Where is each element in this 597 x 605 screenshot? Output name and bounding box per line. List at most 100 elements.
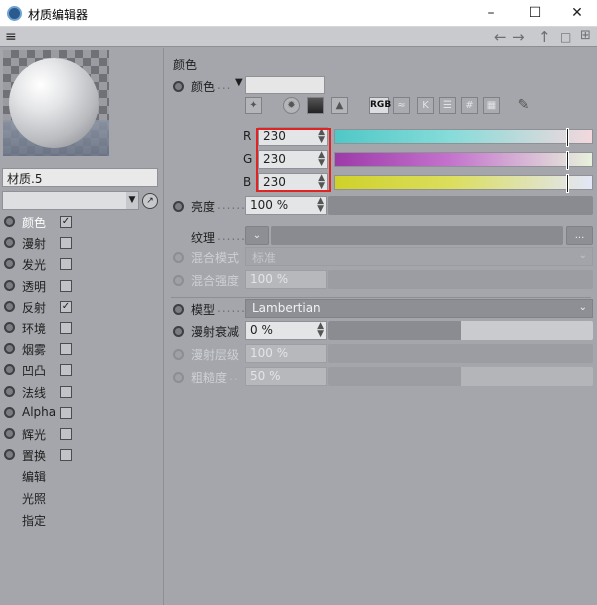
gradient-icon[interactable]	[307, 97, 324, 114]
channel-radio[interactable]	[4, 428, 15, 439]
title-bar: 材质编辑器 – ☐ ✕	[0, 0, 597, 27]
stepper-icon[interactable]: ▲ ▼	[317, 197, 324, 214]
channel-radio[interactable]	[4, 385, 15, 397]
slider-fill	[328, 367, 461, 386]
channel-radio[interactable]	[4, 322, 15, 333]
chevron-down-icon[interactable]: ⌄	[245, 226, 269, 245]
channel-radio[interactable]	[4, 279, 15, 291]
color-radio[interactable]	[173, 81, 184, 92]
channel-checkbox[interactable]	[60, 406, 72, 419]
channel-item[interactable]: 辉光	[0, 424, 164, 444]
channel-checkbox[interactable]	[60, 237, 72, 250]
channel-item[interactable]: 法线	[0, 382, 164, 402]
forward-arrow-icon[interactable]: →	[512, 28, 525, 46]
channel-checkbox[interactable]	[60, 364, 72, 377]
channel-radio[interactable]	[4, 406, 15, 418]
blend-mode-dropdown: 标准 ⌄	[245, 247, 593, 266]
channel-item[interactable]: 发光	[0, 254, 164, 274]
channel-checkbox[interactable]	[60, 428, 72, 440]
channel-radio[interactable]	[4, 258, 15, 270]
minimize-button[interactable]: –	[476, 2, 506, 24]
channel-item[interactable]: 置换	[0, 445, 164, 465]
channel-checkbox[interactable]	[60, 258, 72, 271]
g-slider[interactable]	[334, 151, 593, 170]
channel-checkbox[interactable]: ✓	[60, 300, 72, 313]
texture-slot[interactable]	[271, 226, 563, 245]
blend-strength-value: 100 %	[250, 272, 289, 286]
slider-knob[interactable]	[566, 128, 569, 147]
channel-checkbox[interactable]	[60, 449, 72, 462]
material-selector[interactable]: ▼	[2, 191, 139, 210]
channel-radio[interactable]	[4, 216, 15, 227]
material-name-field[interactable]: 材质.5	[2, 168, 158, 187]
channel-item[interactable]: 凹凸	[0, 360, 164, 380]
channel-checkbox[interactable]	[60, 322, 72, 334]
channel-checkbox[interactable]: ✓	[60, 216, 72, 228]
diffuse-falloff-input[interactable]: 0 % ▲ ▼	[245, 321, 327, 340]
channel-item[interactable]: Alpha	[0, 403, 164, 423]
channel-checkbox[interactable]	[60, 279, 72, 292]
blend-strength-slider	[328, 270, 593, 289]
slider-knob[interactable]	[566, 174, 569, 193]
diffuse-falloff-slider[interactable]	[328, 321, 593, 340]
spectrum-icon[interactable]: ✹	[283, 97, 300, 114]
channel-item[interactable]: 颜色 ✓	[0, 212, 164, 232]
r-slider[interactable]	[334, 128, 593, 147]
brightness-radio[interactable]	[173, 201, 184, 212]
channel-label: 颜色	[22, 216, 47, 230]
b-slider[interactable]	[334, 174, 593, 193]
channel-item[interactable]: 透明	[0, 276, 164, 296]
menu-icon[interactable]: ≡	[5, 29, 17, 45]
channel-checkbox[interactable]	[60, 385, 72, 398]
color-swatch[interactable]	[245, 76, 325, 94]
roughness-value: 50 %	[250, 369, 281, 383]
swatches-icon[interactable]: ▦	[483, 97, 500, 114]
mixer-icon[interactable]: ☰	[439, 97, 456, 114]
channel-radio[interactable]	[4, 449, 15, 461]
channel-radio[interactable]	[4, 237, 15, 249]
material-preview[interactable]	[3, 50, 109, 156]
brightness-slider[interactable]	[328, 196, 593, 215]
channel-item[interactable]: 环境	[0, 318, 164, 338]
eyedropper-icon[interactable]: ✎	[515, 97, 532, 114]
preview-sphere	[9, 58, 99, 148]
sidebar-item-edit[interactable]: 编辑	[22, 468, 46, 485]
roughness-radio	[173, 372, 184, 383]
chevron-down-icon: ▼	[126, 192, 138, 209]
channel-label: 凹凸	[22, 364, 47, 379]
channel-radio[interactable]	[4, 343, 15, 355]
target-icon[interactable]: ↗	[142, 193, 158, 209]
channel-radio[interactable]	[4, 364, 15, 376]
sidebar-item-lighting[interactable]: 光照	[22, 490, 46, 507]
diffuse-falloff-radio[interactable]	[173, 326, 184, 337]
model-radio[interactable]	[173, 304, 184, 315]
slider-knob[interactable]	[566, 151, 569, 170]
roughness-input: 50 %	[245, 367, 327, 386]
channel-item[interactable]: 烟雾	[0, 339, 164, 359]
stepper-icon[interactable]: ▲ ▼	[317, 322, 324, 339]
channel-radio[interactable]	[4, 300, 15, 312]
image-icon[interactable]: ▲	[331, 97, 348, 114]
color-wheel-icon[interactable]: ✦	[245, 97, 262, 114]
new-window-icon[interactable]: ⊞	[580, 28, 591, 43]
up-arrow-icon[interactable]: ↑	[538, 28, 551, 46]
channel-checkbox[interactable]	[60, 343, 72, 356]
channel-item[interactable]: 反射 ✓	[0, 297, 164, 317]
window-title: 材质编辑器	[28, 8, 89, 22]
back-arrow-icon[interactable]: ←	[494, 28, 507, 46]
channel-item[interactable]: 漫射	[0, 233, 164, 253]
sidebar-item-assign[interactable]: 指定	[22, 512, 46, 529]
model-dropdown[interactable]: Lambertian ⌄	[245, 299, 593, 318]
maximize-button[interactable]: ☐	[520, 2, 550, 24]
texture-more-button[interactable]: ...	[566, 226, 593, 245]
hex-icon[interactable]: #	[461, 97, 478, 114]
close-button[interactable]: ✕	[562, 2, 592, 24]
kelvin-mode-icon[interactable]: K	[417, 97, 434, 114]
lock-icon[interactable]: □	[560, 30, 571, 44]
roughness-slider	[328, 367, 593, 386]
chevron-down-icon[interactable]: ▼	[235, 77, 243, 88]
hsv-mode-icon[interactable]: ≈	[393, 97, 410, 114]
brightness-input[interactable]: 100 % ▲ ▼	[245, 196, 327, 215]
channel-label: 发光	[22, 258, 47, 273]
rgb-mode-button[interactable]: RGB	[369, 97, 391, 114]
